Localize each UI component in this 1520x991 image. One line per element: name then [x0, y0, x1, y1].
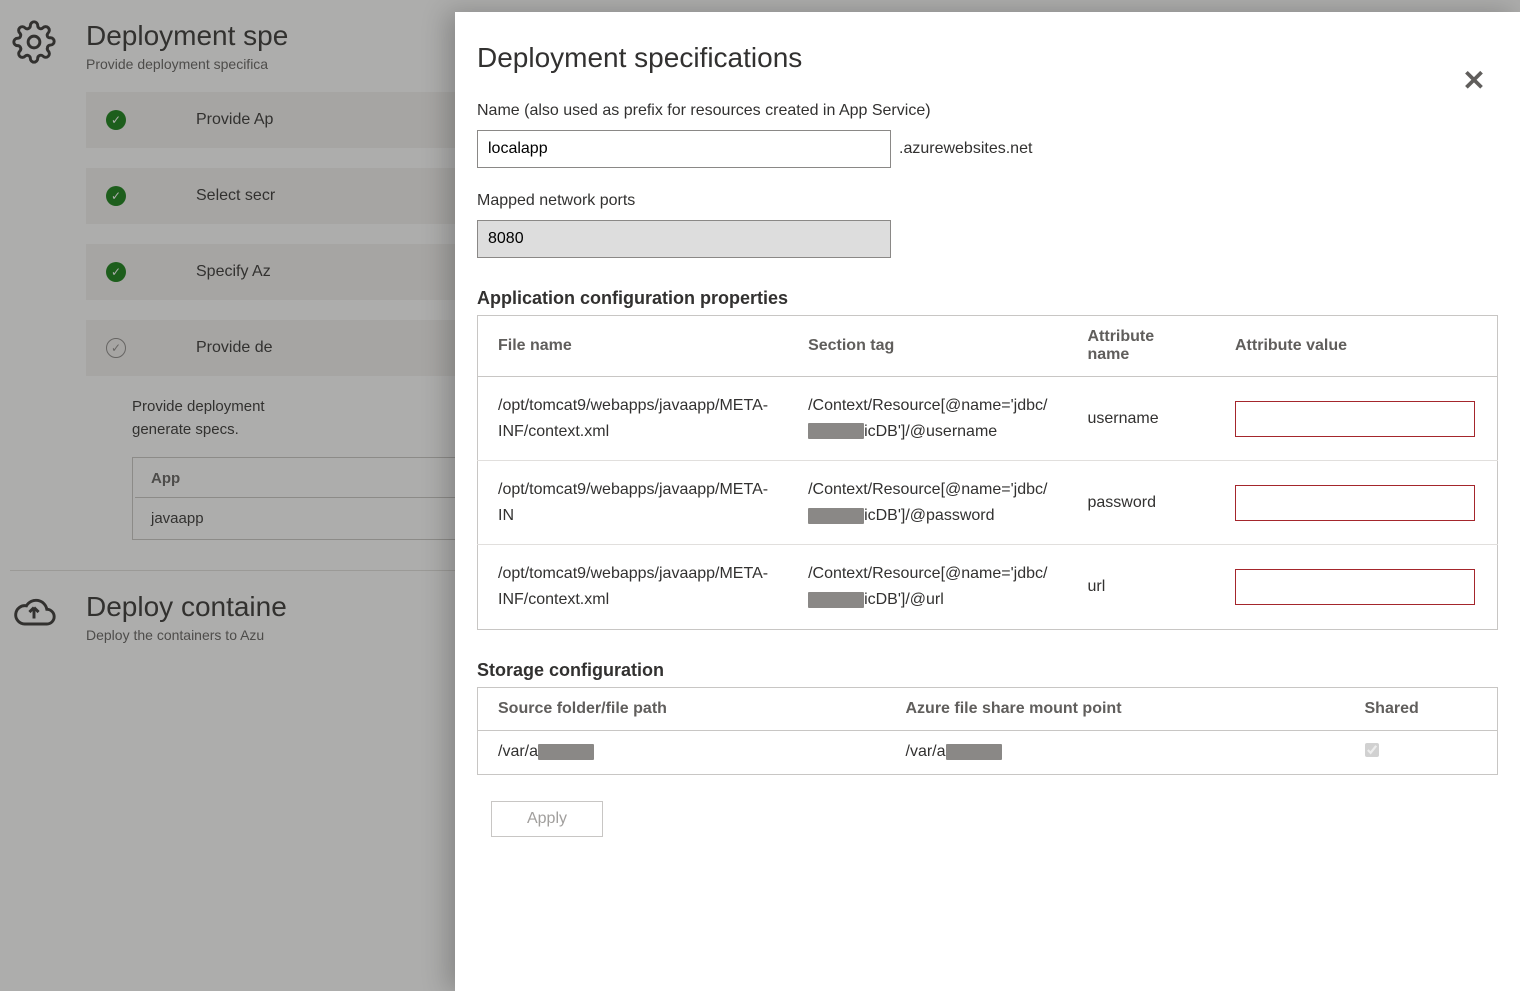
col-attr-value: Attribute value [1215, 316, 1498, 377]
cell-attr: password [1067, 461, 1215, 545]
storage-heading: Storage configuration [477, 660, 1498, 681]
cell-file: /opt/tomcat9/webapps/javaapp/META-INF/co… [478, 545, 789, 629]
ports-field-label: Mapped network ports [477, 192, 1498, 210]
cell-attr: url [1067, 545, 1215, 629]
col-file-name: File name [478, 316, 789, 377]
redacted-text [946, 744, 1002, 760]
panel-title: Deployment specifications [477, 42, 1498, 74]
col-mount: Azure file share mount point [886, 687, 1345, 730]
redacted-text [808, 423, 864, 439]
col-src: Source folder/file path [478, 687, 886, 730]
col-shared: Shared [1345, 687, 1498, 730]
cell-file: /opt/tomcat9/webapps/javaapp/META-IN [478, 461, 789, 545]
attr-value-input-username[interactable] [1235, 401, 1475, 437]
apply-button[interactable]: Apply [491, 801, 603, 837]
deployment-specs-panel: Deployment specifications ✕ Name (also u… [455, 12, 1520, 991]
config-row: /opt/tomcat9/webapps/javaapp/META-IN /Co… [478, 461, 1498, 545]
cell-section: /Context/Resource[@name='jdbc/icDB']/@ur… [788, 545, 1067, 629]
redacted-text [538, 744, 594, 760]
close-icon: ✕ [1462, 65, 1485, 96]
cell-mount: /var/a [886, 730, 1345, 774]
redacted-text [808, 508, 864, 524]
app-config-heading: Application configuration properties [477, 288, 1498, 309]
config-row: /opt/tomcat9/webapps/javaapp/META-INF/co… [478, 377, 1498, 461]
name-field-label: Name (also used as prefix for resources … [477, 102, 1498, 120]
close-button[interactable]: ✕ [1456, 62, 1492, 98]
storage-table: Source folder/file path Azure file share… [477, 687, 1498, 775]
storage-row: /var/a /var/a [478, 730, 1498, 774]
config-row: /opt/tomcat9/webapps/javaapp/META-INF/co… [478, 545, 1498, 629]
shared-checkbox [1365, 743, 1379, 757]
cell-section: /Context/Resource[@name='jdbc/icDB']/@pa… [788, 461, 1067, 545]
col-section-tag: Section tag [788, 316, 1067, 377]
app-config-table: File name Section tag Attribute name Att… [477, 315, 1498, 630]
attr-value-input-url[interactable] [1235, 569, 1475, 605]
domain-suffix: .azurewebsites.net [899, 140, 1032, 158]
attr-value-input-password[interactable] [1235, 485, 1475, 521]
cell-src: /var/a [478, 730, 886, 774]
name-input[interactable] [477, 130, 891, 168]
ports-input [477, 220, 891, 258]
cell-attr: username [1067, 377, 1215, 461]
col-attr-name: Attribute name [1067, 316, 1215, 377]
cell-section: /Context/Resource[@name='jdbc/icDB']/@us… [788, 377, 1067, 461]
cell-file: /opt/tomcat9/webapps/javaapp/META-INF/co… [478, 377, 789, 461]
redacted-text [808, 592, 864, 608]
